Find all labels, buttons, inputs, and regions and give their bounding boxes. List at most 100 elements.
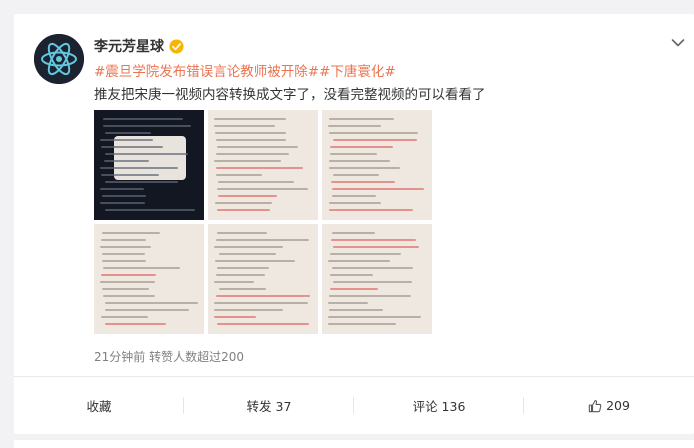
text-line (331, 181, 395, 183)
text-line (330, 153, 377, 155)
username[interactable]: 李元芳星球 (94, 36, 164, 56)
favorite-button[interactable]: 收藏 (14, 377, 184, 434)
like-count: 209 (606, 398, 630, 413)
comment-button[interactable]: 评论 136 (354, 377, 524, 434)
image-thumbnail-3[interactable] (322, 110, 432, 220)
text-line (333, 174, 379, 176)
like-button[interactable]: 209 (524, 377, 694, 434)
text-line (214, 118, 286, 120)
text-line (328, 125, 381, 127)
text-line (217, 188, 308, 190)
image-thumbnail-6[interactable] (322, 224, 432, 334)
text-line (328, 302, 368, 304)
text-line (217, 146, 298, 148)
text-line (214, 125, 275, 127)
text-line (214, 309, 283, 311)
thumbs-up-icon (588, 399, 602, 412)
text-line (100, 167, 178, 169)
post-timestamp: 21分钟前 转赞人数超过200 (94, 350, 244, 364)
text-line (100, 246, 151, 248)
text-line (101, 274, 156, 276)
text-line (101, 174, 159, 176)
topic-tags: #震旦学院发布错误言论教师被开除##下唐寰化# (94, 60, 396, 80)
text-line (102, 232, 160, 234)
text-line (333, 246, 419, 248)
text-line (217, 209, 270, 211)
text-line (102, 195, 146, 197)
text-line (215, 202, 272, 204)
text-line (331, 239, 416, 241)
text-line (330, 146, 393, 148)
text-line (214, 246, 283, 248)
text-line (217, 323, 309, 325)
text-line (330, 253, 401, 255)
text-line (216, 239, 309, 241)
image-thumbnail-2[interactable] (208, 110, 318, 220)
text-line (105, 153, 188, 155)
text-line (105, 181, 178, 183)
text-line (215, 132, 286, 134)
text-line (105, 132, 151, 134)
image-thumbnail-1[interactable] (94, 110, 204, 220)
verified-badge-icon (169, 38, 184, 54)
text-line (332, 232, 375, 234)
text-line (101, 146, 163, 148)
text-line (100, 139, 153, 141)
repost-button[interactable]: 转发 37 (184, 377, 354, 434)
text-line (216, 274, 265, 276)
text-line (329, 295, 411, 297)
text-line (105, 323, 166, 325)
text-line (328, 323, 396, 325)
text-line (217, 232, 267, 234)
text-line (330, 274, 373, 276)
text-line (105, 209, 195, 211)
text-line (329, 309, 383, 311)
text-line (102, 260, 146, 262)
next-post-card (14, 440, 694, 448)
text-line (216, 167, 303, 169)
topic-link-zhendan[interactable]: #震旦学院发布错误言论教师被开除# (94, 64, 319, 80)
text-line (329, 118, 394, 120)
image-thumbnail-4[interactable] (94, 224, 204, 334)
favorite-label: 收藏 (86, 399, 112, 414)
text-line (103, 125, 191, 127)
text-line (332, 195, 376, 197)
text-line (105, 302, 198, 304)
author-row: 李元芳星球 (94, 36, 184, 56)
comment-label: 评论 136 (412, 399, 466, 414)
text-line (329, 160, 390, 162)
text-line (329, 202, 381, 204)
text-line (102, 253, 145, 255)
text-line (101, 239, 146, 241)
text-line (216, 174, 262, 176)
repost-label: 转发 37 (246, 399, 292, 414)
text-line (100, 281, 155, 283)
action-bar: 收藏 转发 37 评论 136 209 (14, 377, 694, 434)
image-thumbnail-5[interactable] (208, 224, 318, 334)
text-line (215, 260, 295, 262)
text-line (329, 167, 400, 169)
text-line (103, 267, 180, 269)
text-line (103, 118, 183, 120)
chevron-down-icon[interactable] (671, 38, 685, 48)
text-line (214, 316, 256, 318)
text-line (105, 309, 189, 311)
text-line (100, 188, 144, 190)
text-line (329, 132, 418, 134)
text-line (216, 139, 286, 141)
text-line (219, 253, 276, 255)
text-line (332, 267, 413, 269)
text-line (328, 260, 390, 262)
text-line (218, 195, 277, 197)
text-line (103, 295, 155, 297)
text-line (214, 281, 254, 283)
text-line (333, 281, 412, 283)
topic-link-xiatang[interactable]: #下唐寰化# (319, 64, 396, 80)
text-line (219, 288, 266, 290)
text-line (100, 202, 145, 204)
avatar[interactable] (34, 34, 84, 84)
text-line (328, 316, 421, 318)
text-line (333, 139, 417, 141)
text-line (104, 160, 149, 162)
text-line (216, 153, 289, 155)
